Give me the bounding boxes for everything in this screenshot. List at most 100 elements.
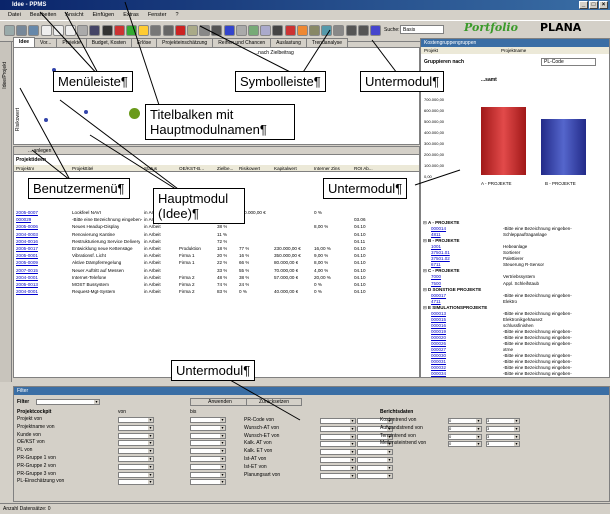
menu-item-0[interactable]: Datei bbox=[8, 10, 21, 20]
project-link[interactable]: 2004-0003 bbox=[16, 231, 38, 238]
project-link[interactable]: 2005-0007 bbox=[16, 209, 38, 216]
tab-6[interactable]: Reihen und Chancen bbox=[212, 38, 272, 47]
grid-col-header[interactable]: ROI Ab... bbox=[354, 165, 373, 171]
toolbar-icon[interactable] bbox=[223, 25, 235, 36]
filter-dropdown[interactable] bbox=[118, 432, 154, 439]
toolbar-icon[interactable] bbox=[333, 25, 345, 36]
toolbar-icon[interactable] bbox=[235, 25, 247, 36]
project-link[interactable]: 2005-0017 bbox=[16, 245, 38, 252]
grid-col-header[interactable]: Zielbe... bbox=[217, 165, 233, 171]
toolbar-icon[interactable] bbox=[309, 25, 320, 36]
menu-item-3[interactable]: Einfügen bbox=[93, 10, 115, 20]
tab-5[interactable]: Projekteinschätzung bbox=[156, 38, 214, 47]
tab-2[interactable]: Projekte bbox=[56, 38, 87, 47]
filter-dropdown[interactable] bbox=[190, 463, 226, 470]
filter-dropdown[interactable] bbox=[320, 418, 356, 424]
grid-col-header[interactable]: Projekttitel bbox=[72, 165, 93, 171]
project-link[interactable]: 2004-0001 bbox=[16, 274, 38, 281]
filter-dropdown[interactable] bbox=[320, 441, 356, 448]
filter-dropdown[interactable] bbox=[190, 440, 226, 447]
tree-item[interactable]: 000034 -Bitte eine Bezeichnung eingeben- bbox=[423, 371, 572, 377]
table-row[interactable]: 2005-0009 Aktive Dämpferregelung in Arbeit… bbox=[14, 259, 419, 266]
toolbar-icon[interactable] bbox=[126, 25, 137, 36]
filter-dropdown[interactable]: 3 bbox=[486, 425, 520, 432]
grid-col-header[interactable]: Risikowert bbox=[239, 165, 260, 171]
grid-new-button[interactable]: ... anlegen bbox=[28, 148, 51, 154]
filter-dropdown[interactable] bbox=[190, 432, 226, 439]
toolbar-icon[interactable] bbox=[113, 25, 125, 36]
toolbar-icon[interactable] bbox=[89, 25, 101, 36]
grid-col-header[interactable]: Projektnr bbox=[16, 165, 34, 171]
minimize-button[interactable]: _ bbox=[579, 1, 588, 9]
filter-dropdown[interactable] bbox=[357, 457, 393, 463]
toolbar-icon[interactable] bbox=[345, 25, 357, 36]
filter-select[interactable] bbox=[36, 399, 100, 405]
table-row[interactable]: 2004-0016 Restrukturierung Service Delive… bbox=[14, 238, 419, 245]
grid-col-header[interactable]: Interner Zins bbox=[314, 165, 340, 171]
tab-0[interactable]: Idee bbox=[13, 37, 36, 47]
menu-item-2[interactable]: Ansicht bbox=[65, 10, 83, 20]
project-link[interactable]: 2005-0006 bbox=[16, 223, 38, 230]
filter-dropdown[interactable]: 3 bbox=[486, 441, 520, 448]
filter-dropdown[interactable] bbox=[320, 425, 356, 432]
toolbar-icon[interactable] bbox=[162, 25, 174, 36]
toolbar-icon[interactable] bbox=[138, 25, 150, 36]
table-row[interactable]: 2005-0001 Vibrationsf. Licht in Arbeit Firm… bbox=[14, 252, 419, 259]
tab-8[interactable]: Trendanalyse bbox=[305, 38, 349, 47]
toolbar-icon[interactable] bbox=[248, 25, 259, 36]
menu-item-1[interactable]: Bearbeiten bbox=[30, 10, 57, 20]
toolbar-icon[interactable] bbox=[284, 25, 296, 36]
filter-dropdown[interactable] bbox=[190, 417, 226, 423]
table-row[interactable]: 2004-0001 Request-Mgt-System in Arbeit Firm… bbox=[14, 288, 419, 295]
tab-1[interactable]: Vor... bbox=[34, 38, 58, 47]
filter-dropdown[interactable] bbox=[190, 456, 226, 462]
project-link[interactable]: 2004-0016 bbox=[16, 238, 38, 245]
toolbar-icon[interactable] bbox=[77, 25, 89, 36]
filter-dropdown[interactable]: 0 bbox=[448, 433, 482, 440]
user-menu-sidebar[interactable]: Idee/Projekt bbox=[0, 42, 12, 382]
reset-button[interactable]: Zurücksetzen bbox=[246, 398, 302, 406]
rp-group-select[interactable]: PL-Code bbox=[541, 58, 596, 66]
filter-dropdown[interactable] bbox=[190, 424, 226, 431]
filter-dropdown[interactable] bbox=[118, 448, 154, 455]
filter-dropdown[interactable] bbox=[357, 449, 393, 456]
toolbar-icon[interactable] bbox=[272, 25, 284, 36]
table-row[interactable]: 2004-0003 Renovierung Kantine in Arbeit 11 … bbox=[14, 231, 419, 238]
toolbar-icon[interactable] bbox=[357, 25, 369, 36]
toolbar-icon[interactable] bbox=[150, 25, 162, 36]
toolbar-icon[interactable] bbox=[28, 25, 40, 36]
tab-4[interactable]: Erlöse bbox=[130, 38, 158, 47]
filter-dropdown[interactable] bbox=[118, 479, 154, 486]
filter-dropdown[interactable] bbox=[118, 440, 154, 447]
apply-button[interactable]: Anwenden bbox=[190, 398, 250, 406]
project-link[interactable]: 2005-0009 bbox=[16, 259, 38, 266]
filter-dropdown[interactable] bbox=[320, 449, 356, 456]
table-row[interactable]: 2005-0006 Neues Headup-Display in Arbeit 38… bbox=[14, 223, 419, 230]
filter-dropdown[interactable] bbox=[320, 457, 356, 463]
grid-col-header[interactable]: OE/KST-B... bbox=[179, 165, 204, 171]
toolbar-icon[interactable] bbox=[40, 25, 52, 36]
filter-dropdown[interactable] bbox=[118, 424, 154, 431]
table-row[interactable]: 2004-0001 Internet-Telefone in Arbeit Firma… bbox=[14, 274, 419, 281]
tab-7[interactable]: Auslastung bbox=[270, 38, 307, 47]
filter-dropdown[interactable] bbox=[190, 479, 226, 486]
toolbar-icon[interactable] bbox=[187, 25, 198, 36]
maximize-button[interactable]: □ bbox=[589, 1, 598, 9]
toolbar-icon[interactable] bbox=[321, 25, 333, 36]
toolbar-icon[interactable] bbox=[199, 25, 211, 36]
filter-dropdown[interactable]: 3 bbox=[486, 433, 520, 440]
filter-dropdown[interactable] bbox=[320, 464, 356, 471]
toolbar-icon[interactable] bbox=[370, 25, 381, 36]
table-row[interactable]: 2005-0013 MOST Bussystem in Arbeit Firma 2 7… bbox=[14, 281, 419, 288]
filter-dropdown[interactable] bbox=[118, 471, 154, 478]
project-link[interactable]: 2005-0013 bbox=[16, 281, 38, 288]
toolbar-icon[interactable] bbox=[174, 25, 186, 36]
toolbar-icon[interactable] bbox=[52, 25, 64, 36]
filter-dropdown[interactable] bbox=[357, 464, 393, 471]
search-select[interactable]: Basis bbox=[400, 25, 444, 34]
project-link[interactable]: 2005-0001 bbox=[16, 252, 38, 259]
filter-dropdown[interactable] bbox=[118, 456, 154, 462]
filter-dropdown[interactable] bbox=[190, 471, 226, 478]
close-button[interactable]: × bbox=[599, 1, 608, 9]
toolbar-icon[interactable] bbox=[101, 25, 113, 36]
